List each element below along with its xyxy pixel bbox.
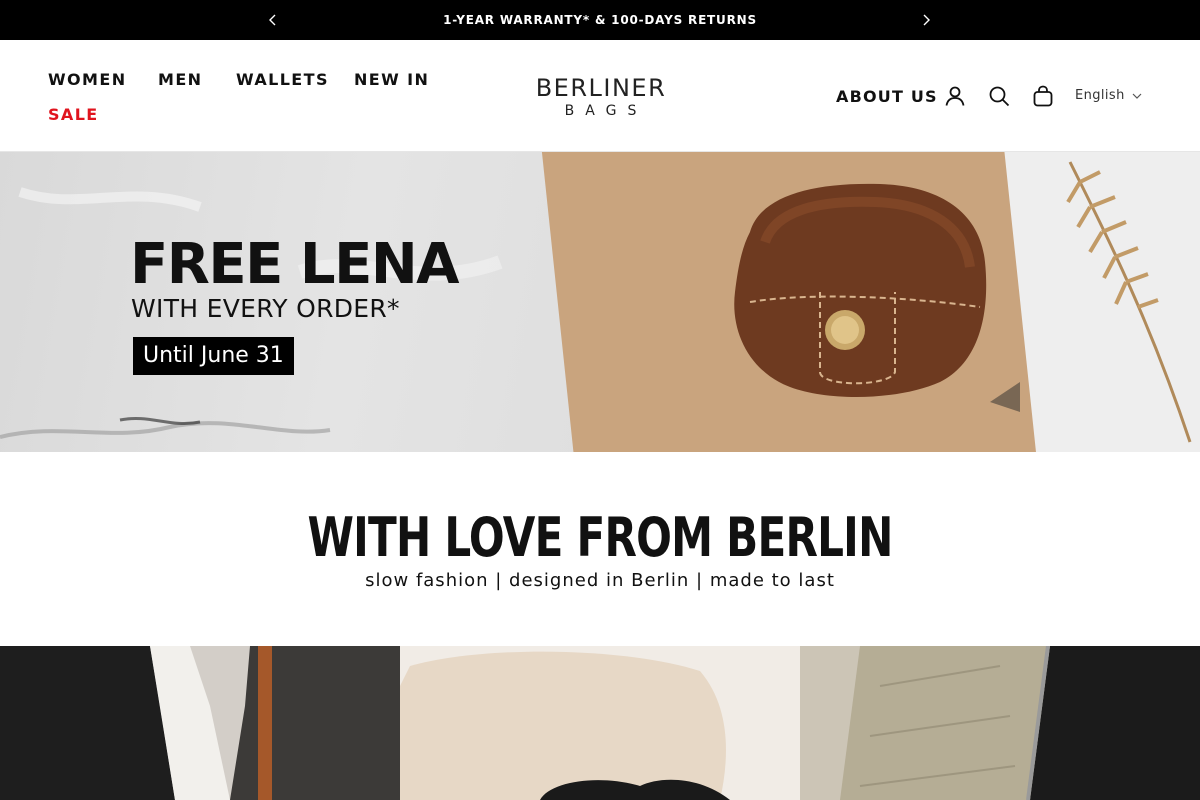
dried-grass-decoration	[1066, 161, 1192, 443]
nav-about-us[interactable]: ABOUT US	[836, 87, 938, 106]
announcement-text: 1-YEAR WARRANTY* & 100-DAYS RETURNS	[443, 13, 757, 27]
account-icon[interactable]	[943, 84, 967, 108]
leather-jacket-image	[0, 646, 400, 800]
section-subtitle: slow fashion | designed in Berlin | made…	[365, 570, 835, 591]
nav-new-in[interactable]: NEW IN	[354, 70, 429, 89]
language-selector[interactable]: English	[1075, 88, 1125, 103]
hero-title: FREE LENA	[130, 232, 460, 297]
hero-date-badge: Until June 31	[133, 337, 294, 375]
section-title: WITH LOVE FROM BERLIN	[307, 506, 893, 569]
leather-pouch-image	[734, 183, 1020, 412]
announcement-bar: 1-YEAR WARRANTY* & 100-DAYS RETURNS	[0, 0, 1200, 40]
site-header: WOMEN MEN WALLETS NEW IN SALE BERLINER B…	[0, 40, 1200, 152]
nav-wallets[interactable]: WALLETS	[236, 70, 329, 89]
category-tile-wallets[interactable]	[800, 646, 1200, 800]
chevron-right-icon[interactable]	[918, 12, 934, 28]
nav-women[interactable]: WOMEN	[48, 70, 127, 89]
search-icon[interactable]	[987, 84, 1011, 108]
nav-men[interactable]: MEN	[158, 70, 202, 89]
category-tile-men[interactable]	[400, 646, 800, 800]
category-tile-women[interactable]	[0, 646, 400, 800]
brand-logo[interactable]: BERLINER BAGS	[524, 74, 678, 122]
pillow-bag-image	[400, 646, 800, 800]
chevron-down-icon[interactable]	[1131, 90, 1143, 102]
hero-subtitle: WITH EVERY ORDER*	[131, 294, 400, 323]
hero-banner[interactable]: FREE LENA WITH EVERY ORDER* Until June 3…	[0, 152, 1200, 452]
logo-wordmark-bottom: BAGS	[564, 103, 648, 119]
quilted-jacket-image	[800, 646, 1200, 800]
logo-wordmark-top: BERLINER	[535, 74, 667, 102]
cart-icon[interactable]	[1031, 84, 1055, 108]
nav-sale[interactable]: SALE	[48, 105, 99, 124]
